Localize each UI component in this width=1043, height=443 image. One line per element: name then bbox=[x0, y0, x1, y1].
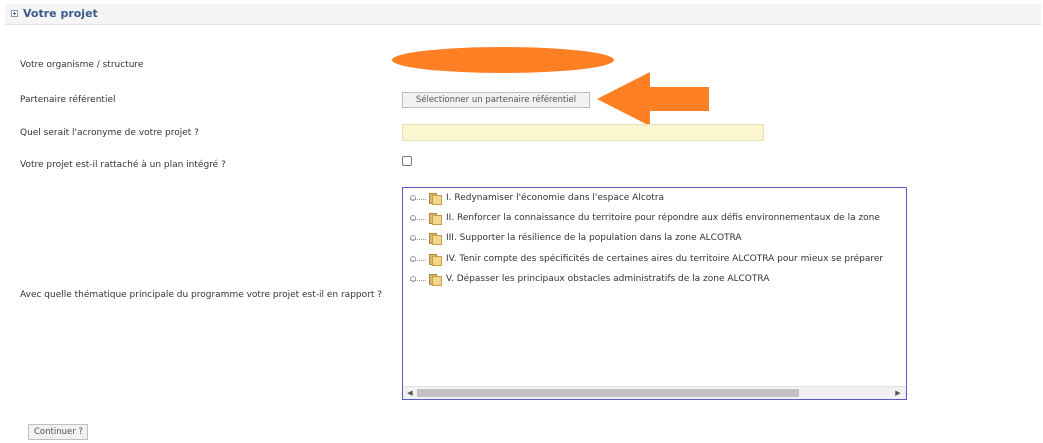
folder-icon bbox=[429, 193, 442, 205]
section-header[interactable]: Votre projet bbox=[5, 4, 1041, 25]
tree-connector bbox=[410, 260, 426, 261]
folder-icon bbox=[429, 254, 442, 266]
tree-item-theme-3[interactable]: III. Supporter la résilience de la popul… bbox=[410, 232, 906, 247]
theme-tree[interactable]: I. Redynamiser l'économie dans l'espace … bbox=[402, 187, 907, 400]
tree-item-theme-5[interactable]: V. Dépasser les principaux obstacles adm… bbox=[410, 273, 906, 288]
horizontal-scrollbar[interactable]: ◀ ▶ bbox=[403, 386, 906, 399]
tree-connector bbox=[410, 219, 426, 220]
tree-item-label: V. Dépasser les principaux obstacles adm… bbox=[446, 274, 770, 284]
tree-item-label: II. Renforcer la connaissance du territo… bbox=[446, 213, 880, 223]
scrollbar-thumb[interactable] bbox=[417, 389, 799, 397]
tree-connector bbox=[410, 199, 426, 200]
folder-icon bbox=[429, 233, 442, 245]
folder-icon bbox=[429, 213, 442, 225]
organization-label: Votre organisme / structure bbox=[20, 60, 144, 70]
select-partner-button[interactable]: Sélectionner un partenaire référentiel bbox=[402, 92, 590, 108]
tree-item-label: I. Redynamiser l'économie dans l'espace … bbox=[446, 193, 665, 203]
folder-icon bbox=[429, 274, 442, 286]
tree-item-label: III. Supporter la résilience de la popul… bbox=[446, 233, 742, 243]
tree-connector bbox=[410, 280, 426, 281]
expand-collapse-icon[interactable] bbox=[11, 10, 18, 17]
theme-label: Avec quelle thématique principale du pro… bbox=[20, 290, 382, 300]
tree-item-theme-4[interactable]: IV. Tenir compte des spécificités de cer… bbox=[410, 253, 906, 268]
scroll-left-arrow-icon[interactable]: ◀ bbox=[405, 388, 415, 398]
redaction-overlay bbox=[392, 47, 614, 73]
acronym-label: Quel serait l'acronyme de votre projet ? bbox=[20, 128, 199, 138]
annotation-arrow bbox=[597, 72, 709, 126]
integrated-plan-label: Votre projet est-il rattaché à un plan i… bbox=[20, 160, 226, 170]
tree-item-label: IV. Tenir compte des spécificités de cer… bbox=[446, 254, 884, 264]
tree-item-theme-1[interactable]: I. Redynamiser l'économie dans l'espace … bbox=[410, 192, 906, 207]
acronym-input[interactable] bbox=[402, 124, 764, 141]
integrated-plan-checkbox[interactable] bbox=[402, 156, 412, 166]
scroll-right-arrow-icon[interactable]: ▶ bbox=[893, 388, 903, 398]
continue-button[interactable]: Continuer ? bbox=[28, 424, 88, 440]
section-title: Votre projet bbox=[23, 7, 98, 20]
tree-connector bbox=[410, 239, 426, 240]
partner-label: Partenaire référentiel bbox=[20, 95, 116, 105]
tree-item-theme-2[interactable]: II. Renforcer la connaissance du territo… bbox=[410, 212, 906, 227]
